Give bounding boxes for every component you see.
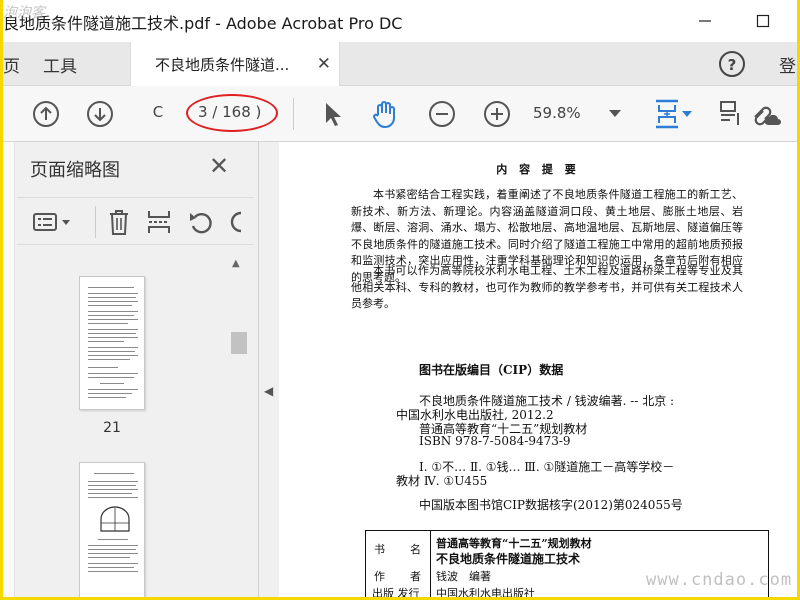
trash-icon (110, 210, 128, 235)
rotate-left-icon (190, 212, 212, 234)
thumbnail-toolbar (17, 197, 253, 245)
scroll-up-icon[interactable]: ▲ (232, 258, 240, 269)
summary-heading: 内 容 提 要 (496, 163, 580, 176)
tab-tools-label: 工具 (43, 56, 77, 77)
zoom-level-value: 59.8% (533, 104, 581, 122)
table-value: 钱波 编著 (436, 570, 491, 583)
arrow-up-circle-icon (33, 101, 59, 127)
scroll-mode-button[interactable] (715, 98, 747, 130)
maximize-button[interactable] (743, 6, 783, 36)
watermark-bottom: www.cndao.com (646, 570, 793, 590)
toolbar: C 3 / 168 ) 59.8% (3, 86, 797, 142)
thumbnail-label: 21 (103, 420, 121, 436)
zoom-dropdown-button[interactable] (599, 98, 631, 130)
window-title: 良地质条件隧道施工技术.pdf - Adobe Acrobat Pro DC (3, 14, 403, 33)
zoom-out-button[interactable] (426, 98, 458, 130)
title-bar: 良地质条件隧道施工技术.pdf - Adobe Acrobat Pro DC 泡… (3, 0, 797, 42)
thumbnail-page[interactable] (79, 462, 145, 597)
toolbar-divider (95, 206, 96, 238)
rotate-page-button[interactable] (187, 208, 215, 236)
zoom-in-button[interactable] (481, 98, 513, 130)
table-value: 中国水利水电出版社 (436, 587, 535, 597)
delete-page-button[interactable] (105, 208, 133, 236)
rotate-right-button[interactable] (227, 208, 245, 236)
cursor-arrow-icon (326, 103, 341, 126)
cip-line: 中国版本图书馆CIP数据核字(2012)第024055号 (419, 498, 683, 512)
table-label: 作 (374, 570, 385, 583)
tab-home-label: 页 (3, 56, 20, 77)
next-page-button[interactable] (84, 98, 116, 130)
thumbnails-panel: 页面缩略图 ✕ 21 ▲ (3, 142, 259, 597)
table-label: 名 (410, 543, 421, 556)
table-label: 书 (374, 543, 385, 556)
table-label: 者 (410, 570, 421, 583)
table-value: 普通高等教育“十二五”规划教材 (436, 537, 592, 550)
cip-heading: 图书在版编目（CIP）数据 (419, 363, 564, 377)
tunnel-figure (100, 506, 130, 532)
summary-paragraph-2: 本书可以作为高等院校水利水电工程、土木工程及道路桥梁工程等专业及其他相关本科、专… (351, 264, 743, 310)
rotate-right-icon (230, 211, 242, 233)
thumbnails-scrollbar[interactable]: ▲ (229, 254, 249, 597)
help-button[interactable]: ? (717, 42, 747, 86)
tab-tools[interactable]: 工具 (43, 42, 77, 86)
zoom-level-select[interactable]: 59.8% (533, 104, 603, 122)
document-view[interactable]: 内 容 提 要 本书紧密结合工程实践，着重阐述了不良地质条件隧道工程施工的新工艺… (279, 142, 797, 597)
tab-document-label: 不良地质条件隧道... (155, 55, 290, 74)
fit-page-icon (656, 99, 678, 129)
cip-line: ISBN 978-7-5084-9473-9 (419, 434, 571, 448)
extract-pages-icon (148, 211, 170, 233)
plus-circle-icon (484, 101, 510, 127)
tab-bar: 页 工具 不良地质条件隧道... ✕ ? 登 (3, 42, 797, 86)
tab-home[interactable]: 页 (3, 42, 20, 86)
hand-tool-button[interactable] (369, 98, 401, 130)
minimize-icon (699, 20, 711, 22)
acrobat-window: 良地质条件隧道施工技术.pdf - Adobe Acrobat Pro DC 泡… (3, 0, 797, 597)
tab-document[interactable]: 不良地质条件隧道... ✕ (130, 42, 340, 86)
share-link-button[interactable] (749, 98, 781, 130)
scrollbar-thumb[interactable] (231, 332, 247, 354)
link-cloud-icon (754, 106, 781, 126)
table-value: 不良地质条件隧道施工技术 (436, 552, 581, 566)
sign-in-label: 登 (779, 56, 796, 77)
sign-in-link[interactable]: 登 (779, 42, 796, 86)
minimize-button[interactable] (685, 6, 725, 36)
chevron-down-icon (609, 110, 621, 117)
fit-page-dropdown[interactable] (679, 98, 695, 130)
extract-pages-button[interactable] (145, 208, 173, 236)
panel-splitter[interactable]: ◀ (259, 142, 279, 597)
minus-circle-icon (429, 101, 455, 127)
panel-edge (3, 142, 15, 597)
table-label: 出版 发行 (372, 587, 420, 597)
close-icon[interactable]: ✕ (209, 152, 229, 180)
watermark-top: 泡泡客 (3, 5, 45, 21)
options-menu-icon (33, 213, 70, 231)
previous-page-button[interactable] (30, 98, 62, 130)
maximize-icon (756, 14, 770, 28)
arrow-down-circle-icon (87, 101, 113, 127)
thumbnail-page[interactable] (79, 276, 145, 410)
caret-down-icon (682, 110, 692, 117)
help-icon: ? (719, 51, 745, 77)
toolbar-divider (293, 98, 294, 130)
close-icon[interactable]: ✕ (317, 54, 331, 74)
page-number-input[interactable]: C (143, 103, 173, 125)
hand-icon (373, 101, 395, 128)
svg-text:?: ? (728, 56, 737, 74)
select-tool-button[interactable] (316, 98, 348, 130)
page-scroll-icon (720, 101, 739, 125)
collapse-panel-icon[interactable]: ◀ (264, 384, 273, 398)
panel-title: 页面缩略图 (30, 160, 120, 181)
thumbnail-options-button[interactable] (31, 208, 73, 236)
annotation-ellipse (186, 94, 278, 132)
cip-line: 教材 Ⅳ. ①U455 (396, 474, 488, 488)
